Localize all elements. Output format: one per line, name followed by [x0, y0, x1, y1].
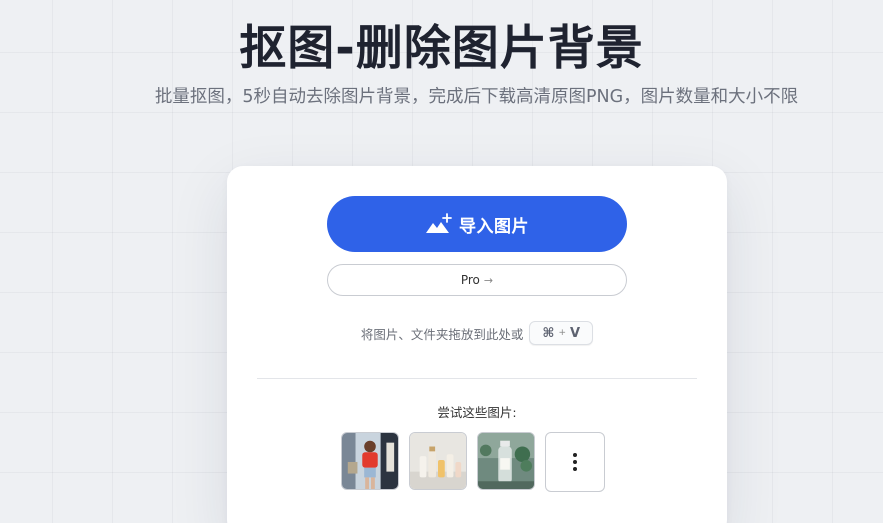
arrow-right-icon: →	[483, 273, 494, 287]
import-image-label: 导入图片	[459, 216, 529, 237]
sample-image-cosmetics[interactable]	[409, 432, 467, 490]
drop-zone-hint-row: 将图片、文件夹拖放到此处或 ⌘ + V	[227, 320, 727, 346]
more-samples-button[interactable]	[545, 432, 605, 492]
sample-image-woman[interactable]	[341, 432, 399, 490]
sample-image-bottle[interactable]	[477, 432, 535, 490]
samples-label: 尝试这些图片:	[437, 405, 517, 420]
import-image-button[interactable]: 导入图片	[327, 196, 627, 252]
pro-label: Pro	[460, 273, 480, 287]
page-title: 抠图-删除图片背景	[239, 21, 644, 76]
page-subtitle: 批量抠图，5秒自动去除图片背景，完成后下载高清原图PNG，图片数量和大小不限	[154, 87, 799, 107]
more-vertical-icon	[573, 453, 577, 471]
sample-images	[341, 432, 605, 492]
pro-button[interactable]: Pro →	[327, 264, 627, 296]
command-key-icon: ⌘	[542, 325, 555, 341]
shortcut-plus: +	[558, 328, 567, 338]
upload-card: 导入图片 Pro → 将图片、文件夹拖放到此处或 ⌘ + V 尝试这些图片:	[227, 166, 727, 523]
divider	[257, 378, 697, 379]
paste-shortcut-badge: ⌘ + V	[529, 321, 594, 345]
v-key: V	[570, 325, 581, 341]
drop-hint-text: 将图片、文件夹拖放到此处或	[360, 326, 524, 342]
image-add-icon	[425, 213, 453, 235]
